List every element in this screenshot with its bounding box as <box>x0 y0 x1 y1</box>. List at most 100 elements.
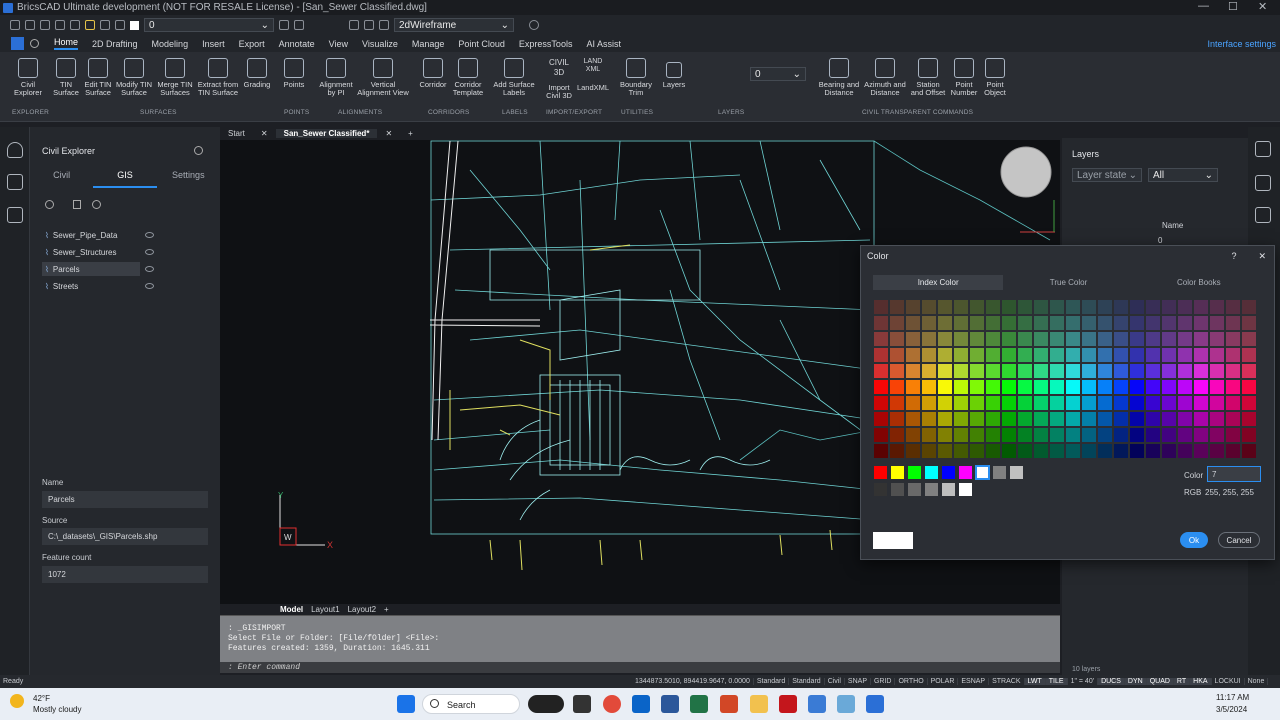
render-icon[interactable] <box>379 20 389 30</box>
color-swatch[interactable] <box>1145 331 1161 347</box>
color-swatch[interactable] <box>1145 443 1161 459</box>
color-swatch[interactable] <box>1033 347 1049 363</box>
boundary-trim-button[interactable]: Boundary Trim <box>619 58 653 97</box>
color-swatch[interactable] <box>958 482 973 497</box>
new-icon[interactable] <box>10 20 20 30</box>
color-swatch[interactable] <box>1241 299 1257 315</box>
color-swatch[interactable] <box>1145 395 1161 411</box>
color-swatch[interactable] <box>1097 411 1113 427</box>
color-swatch[interactable] <box>985 315 1001 331</box>
color-swatch[interactable] <box>1113 395 1129 411</box>
color-swatch[interactable] <box>1209 363 1225 379</box>
color-swatch[interactable] <box>1129 411 1145 427</box>
color-swatch[interactable] <box>921 363 937 379</box>
new-tab-icon[interactable]: + <box>400 129 421 138</box>
explorer-icon[interactable] <box>7 174 23 190</box>
color-swatch[interactable] <box>969 299 985 315</box>
color-swatch[interactable] <box>905 363 921 379</box>
color-swatch[interactable] <box>1161 331 1177 347</box>
status-ortho[interactable]: ORTHO <box>895 678 928 685</box>
close-icon[interactable]: ✕ <box>253 129 276 138</box>
help-icon[interactable]: ? <box>1231 251 1236 261</box>
visual-style-dropdown[interactable]: 2dWireframe ⌄ <box>394 18 514 32</box>
color-swatch[interactable] <box>905 347 921 363</box>
color-swatch[interactable] <box>1145 347 1161 363</box>
panel-icon[interactable] <box>1255 141 1271 157</box>
sun-icon[interactable] <box>100 20 110 30</box>
color-swatch[interactable] <box>1209 331 1225 347</box>
color-swatch[interactable] <box>1161 299 1177 315</box>
layer-filter-dropdown[interactable]: All ⌄ <box>1148 168 1218 182</box>
status-hka[interactable]: HKA <box>1190 678 1212 685</box>
color-swatch[interactable] <box>1113 347 1129 363</box>
color-swatch[interactable] <box>953 315 969 331</box>
color-swatch[interactable] <box>1081 411 1097 427</box>
color-swatch[interactable] <box>873 482 888 497</box>
add-icon[interactable] <box>45 200 54 209</box>
color-swatch[interactable] <box>937 347 953 363</box>
color-swatch[interactable] <box>1097 443 1113 459</box>
color-swatch[interactable] <box>1113 443 1129 459</box>
color-swatch[interactable] <box>1033 395 1049 411</box>
color-swatch[interactable] <box>890 465 905 480</box>
alignment-by-pi-button[interactable]: Alignment by PI <box>316 58 356 97</box>
menu-visualize[interactable]: Visualize <box>362 39 398 49</box>
status-snap[interactable]: SNAP <box>845 678 871 685</box>
color-swatch[interactable] <box>1177 379 1193 395</box>
color-swatch[interactable] <box>1177 443 1193 459</box>
color-swatch[interactable] <box>985 395 1001 411</box>
color-swatch[interactable] <box>937 379 953 395</box>
color-swatch[interactable] <box>905 379 921 395</box>
color-swatch[interactable] <box>1113 427 1129 443</box>
color-swatch[interactable] <box>1001 315 1017 331</box>
color-swatch[interactable] <box>969 363 985 379</box>
color-swatch[interactable] <box>1177 427 1193 443</box>
status-rt[interactable]: RT <box>1173 678 1191 685</box>
color-swatch[interactable] <box>1209 379 1225 395</box>
tab-settings[interactable]: Settings <box>157 170 220 188</box>
color-swatch[interactable] <box>1017 347 1033 363</box>
color-swatch[interactable] <box>941 465 956 480</box>
color-swatch[interactable] <box>1209 411 1225 427</box>
color-swatch[interactable] <box>1065 427 1081 443</box>
explorer-folder-icon[interactable] <box>750 695 768 713</box>
layer-dropdown[interactable]: 0 ⌄ <box>144 18 274 32</box>
color-swatch[interactable] <box>1129 379 1145 395</box>
color-swatch[interactable] <box>905 443 921 459</box>
merge-tin-surfaces-button[interactable]: Merge TIN Surfaces <box>156 58 194 97</box>
add-layout-icon[interactable]: + <box>384 605 389 614</box>
close-icon[interactable]: ✕ <box>1258 0 1267 13</box>
tab-layout1[interactable]: Layout1 <box>311 605 339 614</box>
menu-expresstools[interactable]: ExpressTools <box>519 39 573 49</box>
color-swatch[interactable] <box>1225 379 1241 395</box>
status-quad[interactable]: QUAD <box>1146 678 1174 685</box>
status-lockui[interactable]: LOCKUI <box>1212 678 1245 685</box>
color-swatch[interactable] <box>937 443 953 459</box>
color-swatch[interactable] <box>921 411 937 427</box>
color-swatch[interactable] <box>1241 395 1257 411</box>
color-swatch[interactable] <box>1241 411 1257 427</box>
color-swatch[interactable] <box>921 379 937 395</box>
color-swatch[interactable] <box>921 315 937 331</box>
color-swatch[interactable] <box>1097 427 1113 443</box>
color-swatch[interactable] <box>1225 411 1241 427</box>
save-icon[interactable] <box>40 20 50 30</box>
color-swatch[interactable] <box>889 363 905 379</box>
color-swatch[interactable] <box>1001 379 1017 395</box>
color-swatch[interactable] <box>937 299 953 315</box>
point-object-button[interactable]: Point Object <box>982 58 1008 97</box>
color-swatch[interactable] <box>1081 363 1097 379</box>
color-swatch[interactable] <box>1209 315 1225 331</box>
color-swatch[interactable] <box>1049 315 1065 331</box>
azimuth-distance-button[interactable]: Azimuth and Distance <box>862 58 908 97</box>
color-swatch[interactable] <box>889 443 905 459</box>
station-offset-button[interactable]: Station and Offset <box>910 58 946 97</box>
settings-app-icon[interactable] <box>808 695 826 713</box>
color-swatch[interactable] <box>1129 443 1145 459</box>
color-swatch[interactable] <box>907 482 922 497</box>
undo-icon[interactable] <box>55 20 65 30</box>
menu-ai-assist[interactable]: AI Assist <box>586 39 621 49</box>
word-icon[interactable] <box>661 695 679 713</box>
list-item[interactable]: ⌇ Sewer_Structures <box>42 245 154 259</box>
color-swatch[interactable] <box>1017 411 1033 427</box>
